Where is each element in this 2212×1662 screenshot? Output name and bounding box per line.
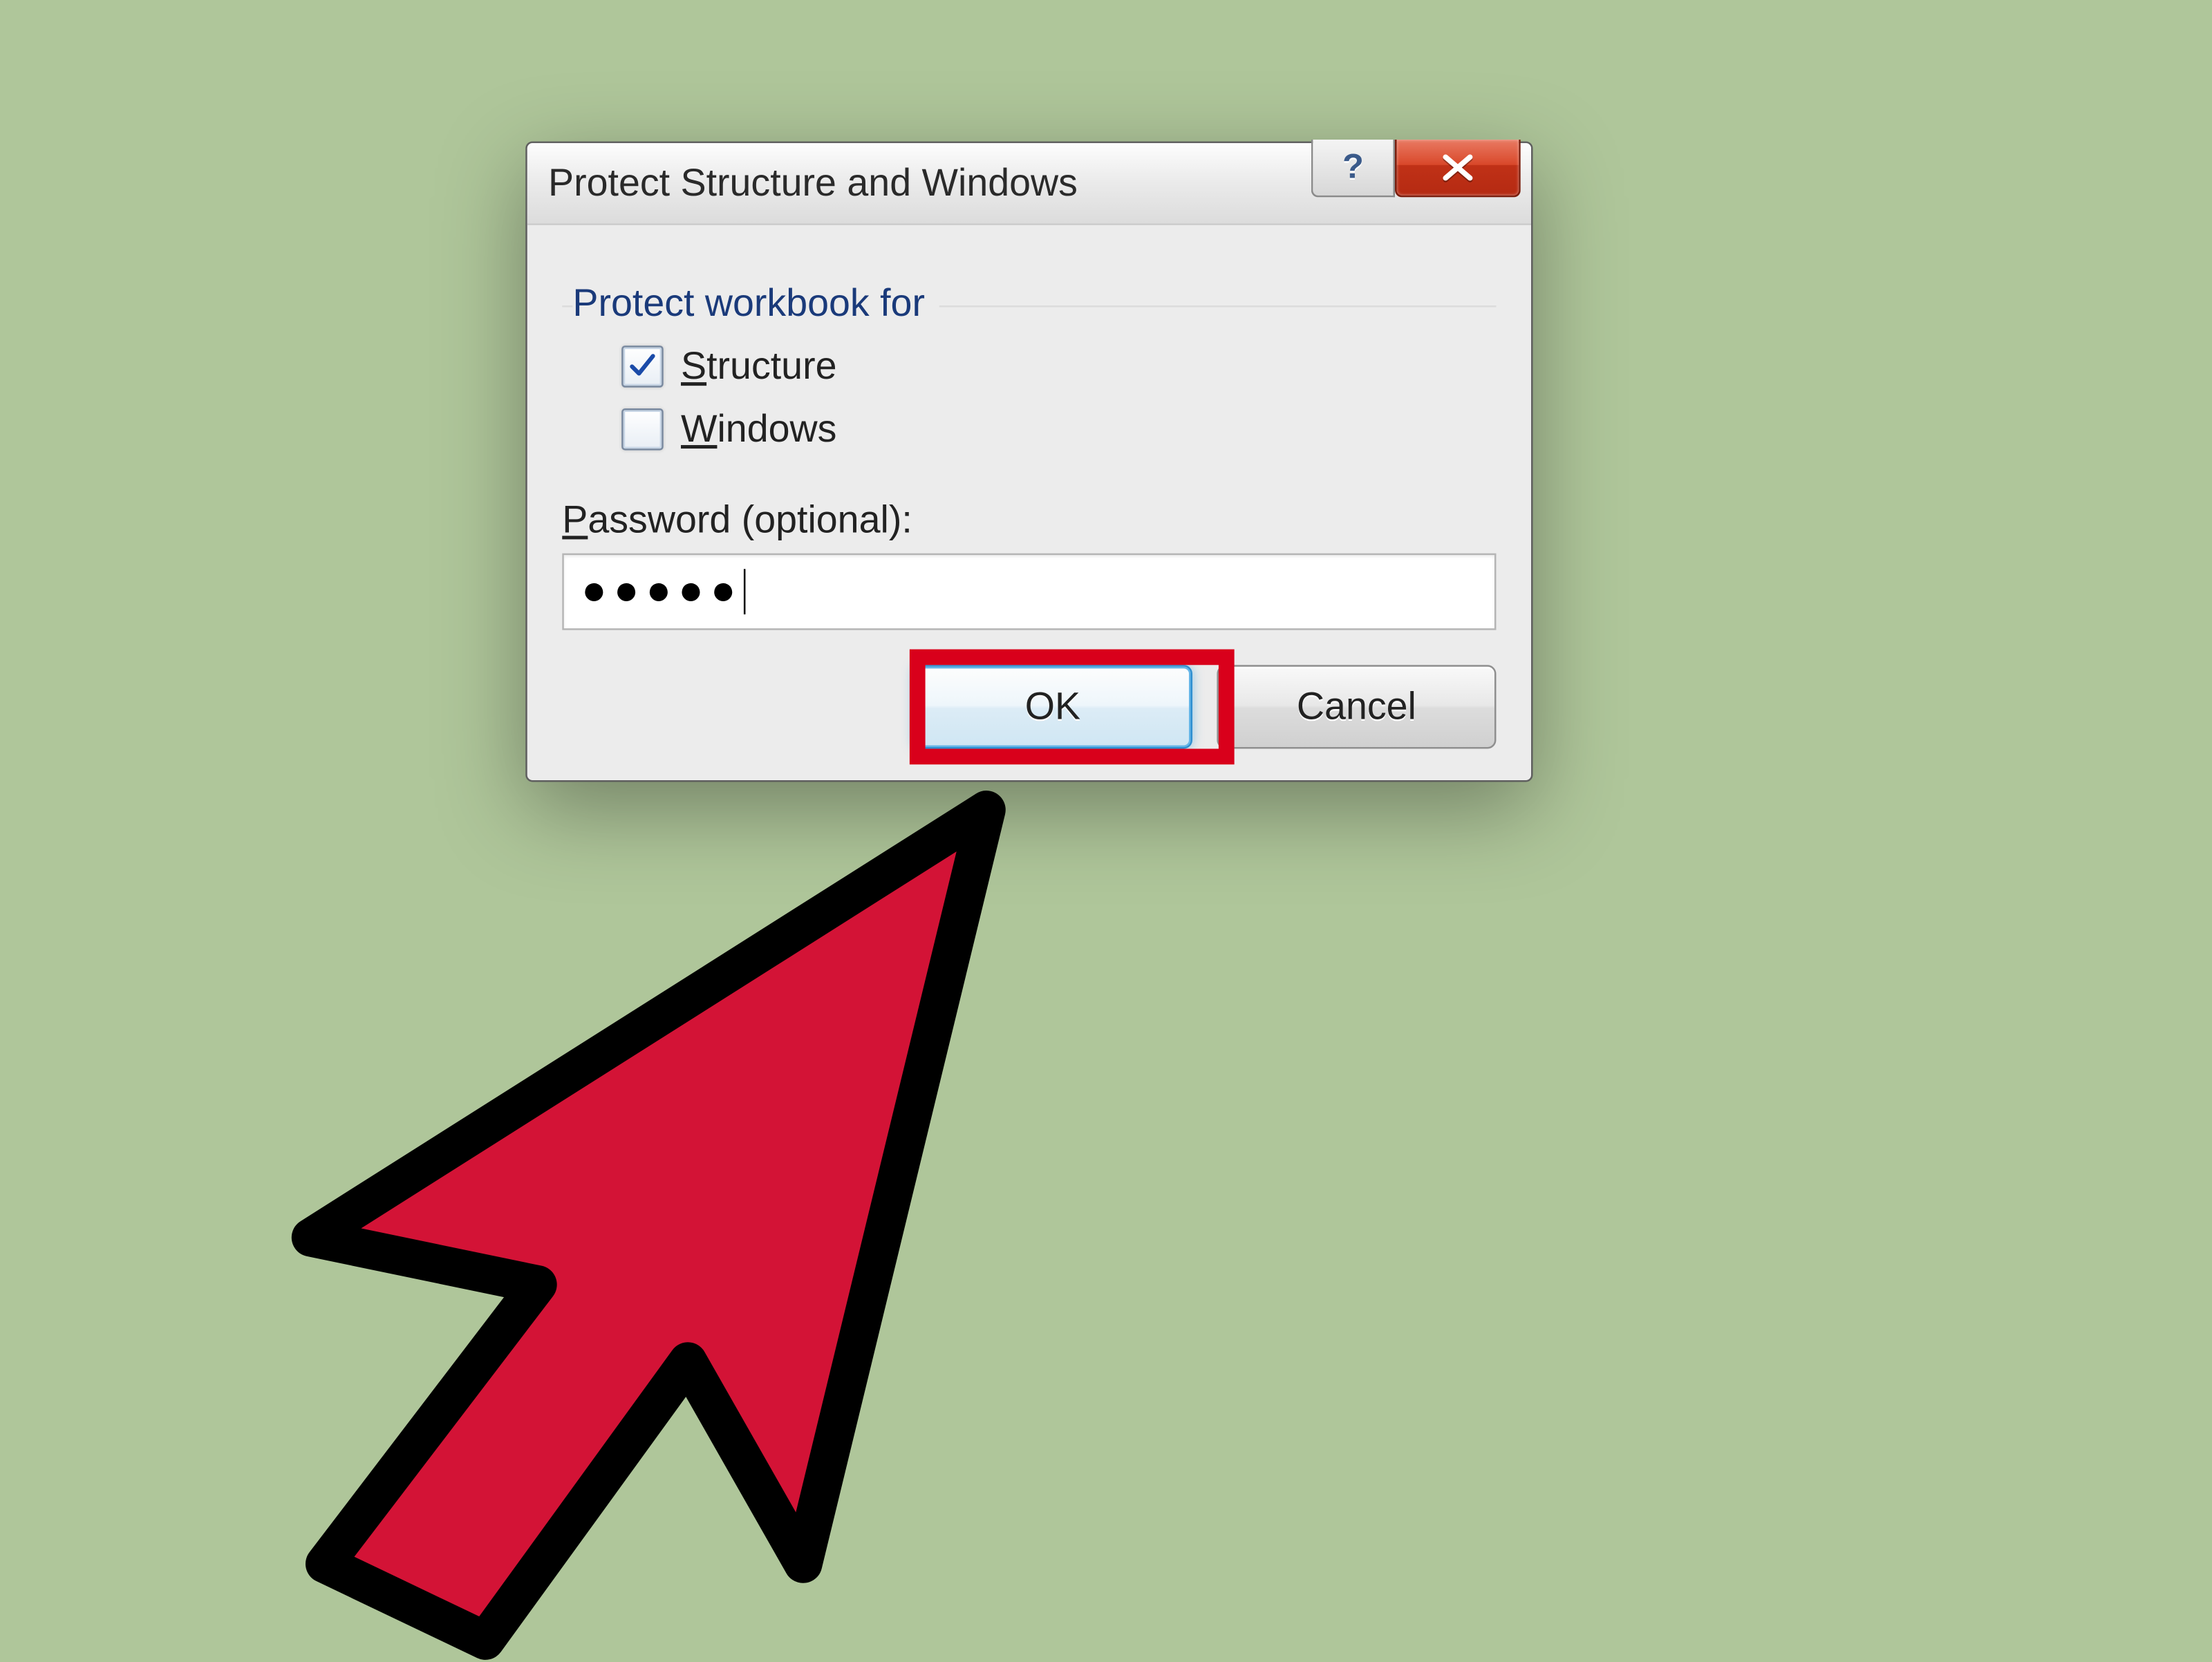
close-button[interactable] xyxy=(1395,140,1521,197)
structure-option[interactable]: Structure xyxy=(621,344,1485,390)
text-caret xyxy=(744,569,747,615)
password-label: Password (optional): xyxy=(562,498,1496,543)
protect-for-group: Protect workbook for Structure Windows xyxy=(562,264,1496,473)
protect-structure-dialog: Protect Structure and Windows ? Protect … xyxy=(525,142,1533,782)
close-icon xyxy=(1442,154,1473,182)
structure-checkbox[interactable] xyxy=(621,346,664,388)
windows-option[interactable]: Windows xyxy=(621,407,1485,453)
password-value: ●●●●● xyxy=(581,567,743,616)
dialog-titlebar[interactable]: Protect Structure and Windows ? xyxy=(527,143,1531,225)
ok-button[interactable]: OK xyxy=(913,665,1192,749)
structure-label: Structure xyxy=(681,344,836,390)
help-button[interactable]: ? xyxy=(1311,140,1395,197)
cursor-arrow-annotation xyxy=(157,740,1100,1662)
check-icon xyxy=(628,352,656,380)
group-legend: Protect workbook for xyxy=(572,281,939,327)
help-icon: ? xyxy=(1342,148,1364,188)
password-input[interactable]: ●●●●● xyxy=(562,554,1496,630)
windows-label: Windows xyxy=(681,407,836,453)
windows-checkbox[interactable] xyxy=(621,408,664,451)
cancel-button[interactable]: Cancel xyxy=(1217,665,1496,749)
dialog-title: Protect Structure and Windows xyxy=(548,161,1078,207)
